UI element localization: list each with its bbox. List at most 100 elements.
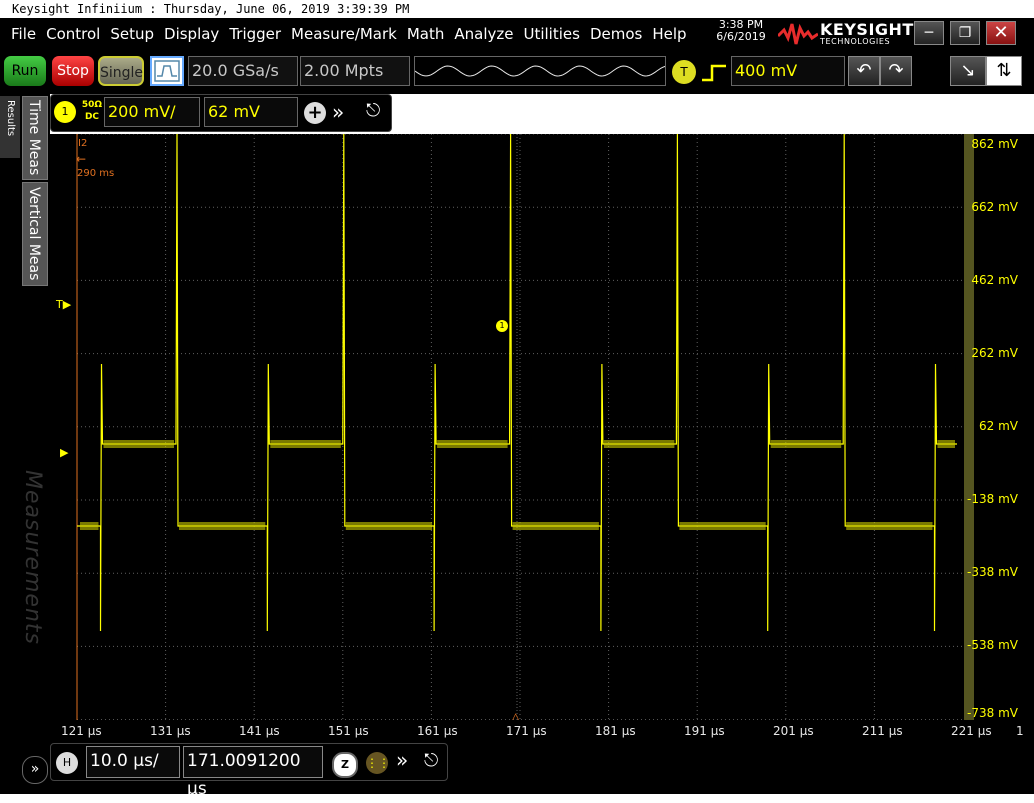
- single-button[interactable]: Single: [98, 56, 144, 86]
- impedance-value: 50Ω: [81, 100, 103, 110]
- horizontal-position-field[interactable]: 171.0091200 µs: [183, 746, 323, 799]
- window-title-bar: Keysight Infiniium : Thursday, June 06, …: [0, 0, 1034, 18]
- menu-analyze[interactable]: Analyze: [449, 24, 518, 44]
- pin-channel-button[interactable]: ⎋: [366, 100, 380, 121]
- waveform-noise-band: [437, 440, 508, 448]
- maximize-button[interactable]: ❐: [950, 21, 980, 45]
- x-axis-label: 181 µs: [595, 724, 636, 738]
- minimize-button[interactable]: ─: [914, 21, 944, 45]
- menu-demos[interactable]: Demos: [585, 24, 647, 44]
- stop-button[interactable]: Stop: [52, 56, 94, 86]
- trigger-marker-label: T: [56, 298, 63, 311]
- waveform-display[interactable]: I2 ← 290 ms T▶ ▶ 1 △: [50, 133, 964, 724]
- menu-list: File Control Setup Display Trigger Measure/Ma…: [6, 24, 692, 44]
- close-icon: ✕: [993, 22, 1009, 43]
- y-axis-label: -538 mV: [967, 638, 1018, 652]
- channel-ground-marker[interactable]: ▶: [60, 446, 68, 459]
- waveform-noise-band: [345, 522, 433, 530]
- channel-1-marker[interactable]: 1: [496, 320, 508, 332]
- memory-depth-field[interactable]: 2.00 Mpts: [300, 56, 410, 86]
- redo-icon: ↷: [888, 60, 904, 81]
- expand-horizontal-button[interactable]: »: [396, 748, 408, 772]
- y-axis-label: -738 mV: [967, 706, 1018, 720]
- results-tab[interactable]: Results: [0, 96, 20, 158]
- pin-horizontal-button[interactable]: ⎋: [424, 750, 438, 771]
- y-axis-label: 862 mV: [971, 137, 1018, 151]
- menu-display[interactable]: Display: [159, 24, 224, 44]
- vertical-offset-field[interactable]: 62 mV: [204, 97, 298, 127]
- expand-channels-button[interactable]: »: [332, 100, 344, 124]
- menu-file[interactable]: File: [6, 24, 41, 44]
- undo-button[interactable]: ↶: [848, 56, 880, 86]
- menu-trigger[interactable]: Trigger: [224, 24, 286, 44]
- waveform-overview-icon: [414, 65, 666, 77]
- horizontal-badge[interactable]: H: [56, 752, 78, 774]
- y-axis-label: 462 mV: [971, 273, 1018, 287]
- waveform-noise-band: [770, 440, 842, 448]
- display-mode-button[interactable]: ⇅: [986, 56, 1022, 86]
- run-button[interactable]: Run: [4, 56, 46, 86]
- x-axis-label: 201 µs: [773, 724, 814, 738]
- waveform-noise-band: [846, 522, 933, 530]
- trigger-level-marker[interactable]: T▶: [56, 298, 71, 311]
- double-chevron-icon: »: [396, 748, 409, 772]
- redo-button[interactable]: ↷: [880, 56, 912, 86]
- waveform-noise-band: [937, 440, 955, 448]
- channel-impedance: 50Ω DC: [80, 99, 104, 123]
- navigation-button[interactable]: ⋮⋮: [366, 752, 390, 774]
- zoom-box-icon: ↘: [960, 60, 976, 81]
- channel-1-badge[interactable]: 1: [54, 101, 76, 123]
- menu-utilities[interactable]: Utilities: [518, 24, 584, 44]
- menu-help[interactable]: Help: [647, 24, 691, 44]
- x-axis-label: 161 µs: [417, 724, 458, 738]
- minimize-icon: ─: [924, 25, 934, 41]
- close-button[interactable]: ✕: [986, 21, 1016, 45]
- y-axis-label: 62 mV: [979, 419, 1018, 433]
- window-title: Keysight Infiniium : Thursday, June 06, …: [12, 2, 410, 16]
- x-axis-extra: 1: [1016, 724, 1024, 738]
- vertical-scale-field[interactable]: 200 mV/: [104, 97, 200, 127]
- marker-label: I2: [78, 138, 88, 149]
- expand-sidebar-button[interactable]: »: [22, 756, 48, 784]
- tab-vertical-meas[interactable]: Vertical Meas: [22, 182, 48, 286]
- horizontal-scale-field[interactable]: 10.0 µs/: [86, 746, 180, 778]
- y-axis-label: -138 mV: [967, 492, 1018, 506]
- display-mode-icon: ⇅: [996, 60, 1012, 81]
- x-axis-label: 151 µs: [328, 724, 369, 738]
- x-axis-label: 221 µs: [951, 724, 992, 738]
- coupling-value: DC: [84, 112, 100, 122]
- menu-control[interactable]: Control: [41, 24, 105, 44]
- rising-edge-icon[interactable]: [700, 62, 728, 84]
- waveform-noise-band: [179, 522, 266, 530]
- tab-time-meas[interactable]: Time Meas: [22, 96, 48, 180]
- trigger-level-field[interactable]: 400 mV: [731, 56, 845, 86]
- autoscale-button[interactable]: [150, 56, 184, 86]
- x-axis-label: 121 µs: [61, 724, 102, 738]
- pin-icon: ⎋: [366, 100, 381, 121]
- add-channel-button[interactable]: +: [304, 102, 326, 124]
- menu-setup[interactable]: Setup: [105, 24, 159, 44]
- results-tab-label: Results: [5, 100, 16, 137]
- keysight-wave-icon: [778, 23, 818, 45]
- menu-math[interactable]: Math: [402, 24, 450, 44]
- pin-icon: ⎋: [424, 750, 439, 771]
- sample-rate-field[interactable]: 20.0 GSa/s: [188, 56, 298, 86]
- zoom-box-button[interactable]: ↘: [950, 56, 986, 86]
- zoom-badge[interactable]: Z: [332, 752, 358, 778]
- x-axis-label: 131 µs: [150, 724, 191, 738]
- waveform-noise-band: [679, 522, 766, 530]
- clock-date: 6/6/2019: [716, 30, 766, 43]
- y-axis-label: -338 mV: [967, 565, 1018, 579]
- trigger-badge[interactable]: T: [672, 60, 696, 84]
- waveform-graticule[interactable]: [50, 133, 964, 721]
- double-chevron-icon: »: [332, 100, 345, 124]
- menu-measure-mark[interactable]: Measure/Mark: [286, 24, 402, 44]
- logo-subtext: TECHNOLOGIES: [820, 37, 891, 46]
- x-axis-label: 171 µs: [506, 724, 547, 738]
- measurements-panel-label: Measurements: [20, 470, 45, 645]
- acquisition-overview[interactable]: [414, 56, 666, 86]
- double-chevron-icon: »: [30, 761, 40, 777]
- autoscale-icon: [154, 60, 180, 82]
- waveform-noise-band: [512, 522, 599, 530]
- menu-bar: File Control Setup Display Trigger Measure/Ma…: [0, 18, 1034, 50]
